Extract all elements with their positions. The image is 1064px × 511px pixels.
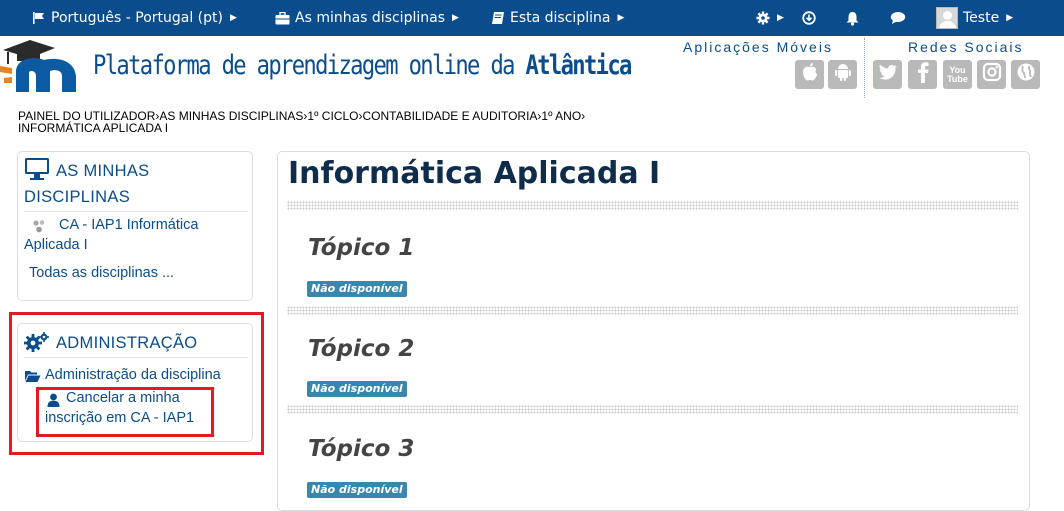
avatar xyxy=(936,7,958,29)
breadcrumb-item-program[interactable]: CONTABILIDADE E AUDITORIA xyxy=(362,109,537,123)
twitter-link[interactable] xyxy=(873,60,902,89)
caret-right-icon: ▶ xyxy=(617,13,625,23)
twitter-icon xyxy=(878,64,898,86)
my-courses-menu-label: As minhas disciplinas xyxy=(295,10,445,26)
caret-right-icon: ▶ xyxy=(229,13,237,23)
block-divider xyxy=(24,357,248,358)
flag-icon xyxy=(32,11,46,25)
caret-right-icon: ▶ xyxy=(777,13,784,23)
section-divider xyxy=(287,306,1018,315)
gears-icon xyxy=(24,331,50,357)
download-button[interactable] xyxy=(802,0,816,36)
website-link[interactable] xyxy=(1011,60,1040,89)
youtube-icon-bottom: Tube xyxy=(947,73,968,84)
breadcrumb-item-year[interactable]: 1º ANO xyxy=(541,109,581,123)
language-menu[interactable]: Português - Portugal (pt) ▶ xyxy=(32,0,237,36)
messages-button[interactable] xyxy=(890,0,906,36)
android-icon xyxy=(834,62,852,87)
briefcase-icon xyxy=(275,11,290,25)
administration-block-title: ADMINISTRAÇÃO xyxy=(56,334,198,352)
facebook-icon xyxy=(917,61,929,88)
topic-1-status-badge: Não disponível xyxy=(307,281,407,297)
instagram-link[interactable] xyxy=(977,60,1006,89)
this-course-menu[interactable]: Esta disciplina ▶ xyxy=(491,0,624,36)
globe-icon xyxy=(1016,62,1036,87)
unenrol-link-line2[interactable]: inscrição em CA - IAP1 xyxy=(45,410,194,426)
bell-icon xyxy=(845,11,860,26)
gear-icon xyxy=(756,11,770,25)
breadcrumb-separator-icon: › xyxy=(581,109,586,123)
caret-right-icon: ▶ xyxy=(452,13,459,23)
topic-1-title[interactable]: Tópico 1 xyxy=(308,235,414,261)
topic-2-status-badge: Não disponível xyxy=(307,381,407,397)
breadcrumb-item-cycle[interactable]: 1º CICLO xyxy=(307,109,358,123)
topic-3-title[interactable]: Tópico 3 xyxy=(308,436,414,462)
course-link-line1[interactable]: CA - IAP1 Informática xyxy=(59,217,198,233)
apple-app-link[interactable] xyxy=(795,60,824,89)
youtube-icon: You Tube xyxy=(947,65,968,84)
block-divider xyxy=(24,211,248,212)
site-title-prefix: Plataforma de aprendizagem online da xyxy=(93,50,526,81)
all-courses-link[interactable]: Todas as disciplinas ... xyxy=(29,265,174,281)
youtube-link[interactable]: You Tube xyxy=(943,60,972,89)
section-divider xyxy=(287,201,1018,210)
mobile-apps-label: Aplicações Móveis xyxy=(683,39,833,55)
my-courses-block-title-line1: AS MINHAS xyxy=(56,162,150,180)
book-icon xyxy=(491,11,505,25)
header-divider xyxy=(864,38,865,98)
my-courses-block-title-line2: DISCIPLINAS xyxy=(24,188,130,206)
desktop-icon xyxy=(24,157,50,185)
my-courses-menu[interactable]: As minhas disciplinas ▶ xyxy=(275,0,459,36)
user-menu[interactable]: Teste ▶ xyxy=(936,0,1013,36)
notifications-button[interactable] xyxy=(845,0,860,36)
course-node-icon xyxy=(32,218,46,237)
instagram-icon xyxy=(982,62,1002,87)
this-course-menu-label: Esta disciplina xyxy=(510,10,611,26)
caret-right-icon: ▶ xyxy=(1006,13,1014,23)
unenrol-link-line1[interactable]: Cancelar a minha xyxy=(66,390,180,406)
android-app-link[interactable] xyxy=(828,60,857,89)
site-header: Plataforma de aprendizagem online da Atl… xyxy=(0,36,1064,104)
breadcrumb-item-current-course: INFORMÁTICA APLICADA I xyxy=(18,121,169,135)
language-menu-label: Português - Portugal (pt) xyxy=(51,10,223,26)
topic-2-title[interactable]: Tópico 2 xyxy=(308,336,414,362)
course-link-line2[interactable]: Aplicada I xyxy=(24,237,88,253)
course-title: Informática Aplicada I xyxy=(288,156,661,191)
site-title[interactable]: Plataforma de aprendizagem online da Atl… xyxy=(93,50,633,81)
breadcrumb: PAINEL DO UTILIZADOR›AS MINHAS DISCIPLIN… xyxy=(18,110,678,134)
social-label: Redes Sociais xyxy=(908,39,1024,55)
section-divider xyxy=(287,405,1018,414)
settings-menu[interactable]: ▶ xyxy=(756,0,784,36)
apple-icon xyxy=(801,62,819,87)
top-navbar: Português - Portugal (pt) ▶ As minhas di… xyxy=(0,0,1064,36)
download-icon xyxy=(802,11,816,25)
folder-open-icon xyxy=(24,368,41,387)
course-administration-link[interactable]: Administração da disciplina xyxy=(45,367,221,383)
topic-3-status-badge: Não disponível xyxy=(307,482,407,498)
breadcrumb-item-my-courses[interactable]: AS MINHAS DISCIPLINAS xyxy=(159,109,303,123)
user-name: Teste xyxy=(963,10,1000,26)
site-logo[interactable] xyxy=(0,36,90,96)
site-title-brand: Atlântica xyxy=(525,50,633,81)
user-icon xyxy=(47,392,60,411)
chat-icon xyxy=(890,11,906,25)
facebook-link[interactable] xyxy=(908,60,937,89)
